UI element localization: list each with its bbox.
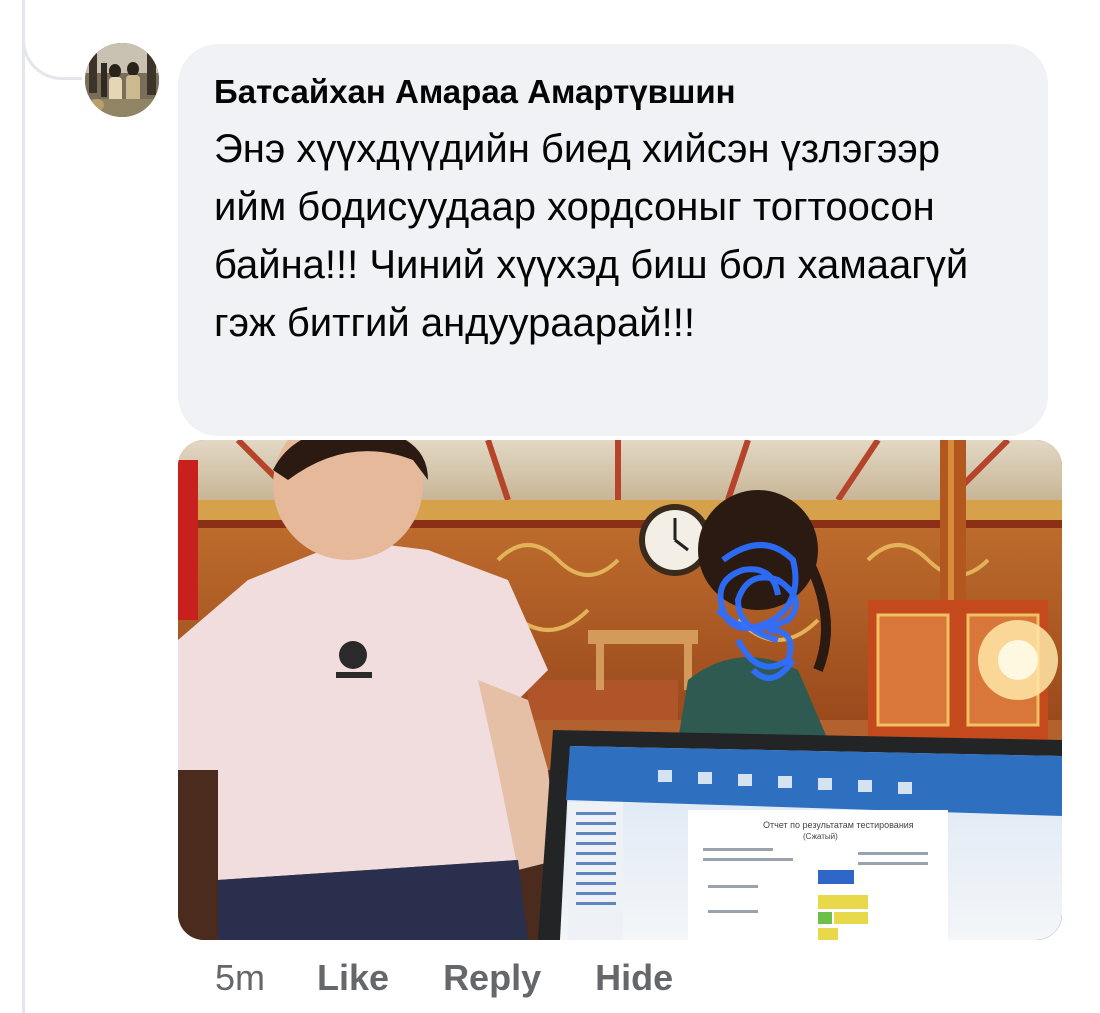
like-button[interactable]: Like [317,957,389,999]
comment-thread: Батсайхан Амараа Амартүвшин Энэ хүүхдүүд… [0,0,1100,1013]
thread-connector [22,0,82,80]
comment-author[interactable]: Батсайхан Амараа Амартүвшин [214,72,1012,112]
comment-timestamp[interactable]: 5m [215,957,265,999]
avatar[interactable] [85,43,159,117]
comment-bubble: Батсайхан Амараа Амартүвшин Энэ хүүхдүүд… [178,44,1048,436]
hide-button[interactable]: Hide [595,957,673,999]
profile-photo-icon [85,43,159,117]
photo-attachment-icon: Отчет по результатам тестирования (Сжаты… [178,440,1062,940]
thread-line [22,0,25,1013]
comment-text: Энэ хүүхдүүдийн биед хийсэн үзлэгээр ийм… [214,127,969,345]
reply-button[interactable]: Reply [443,957,541,999]
photo-attachment[interactable]: Отчет по результатам тестирования (Сжаты… [178,440,1062,940]
comment-actions: 5m Like Reply Hide [215,955,727,1001]
laptop-report-subtitle: (Сжатый) [803,832,838,841]
laptop-report-title: Отчет по результатам тестирования [763,820,914,830]
